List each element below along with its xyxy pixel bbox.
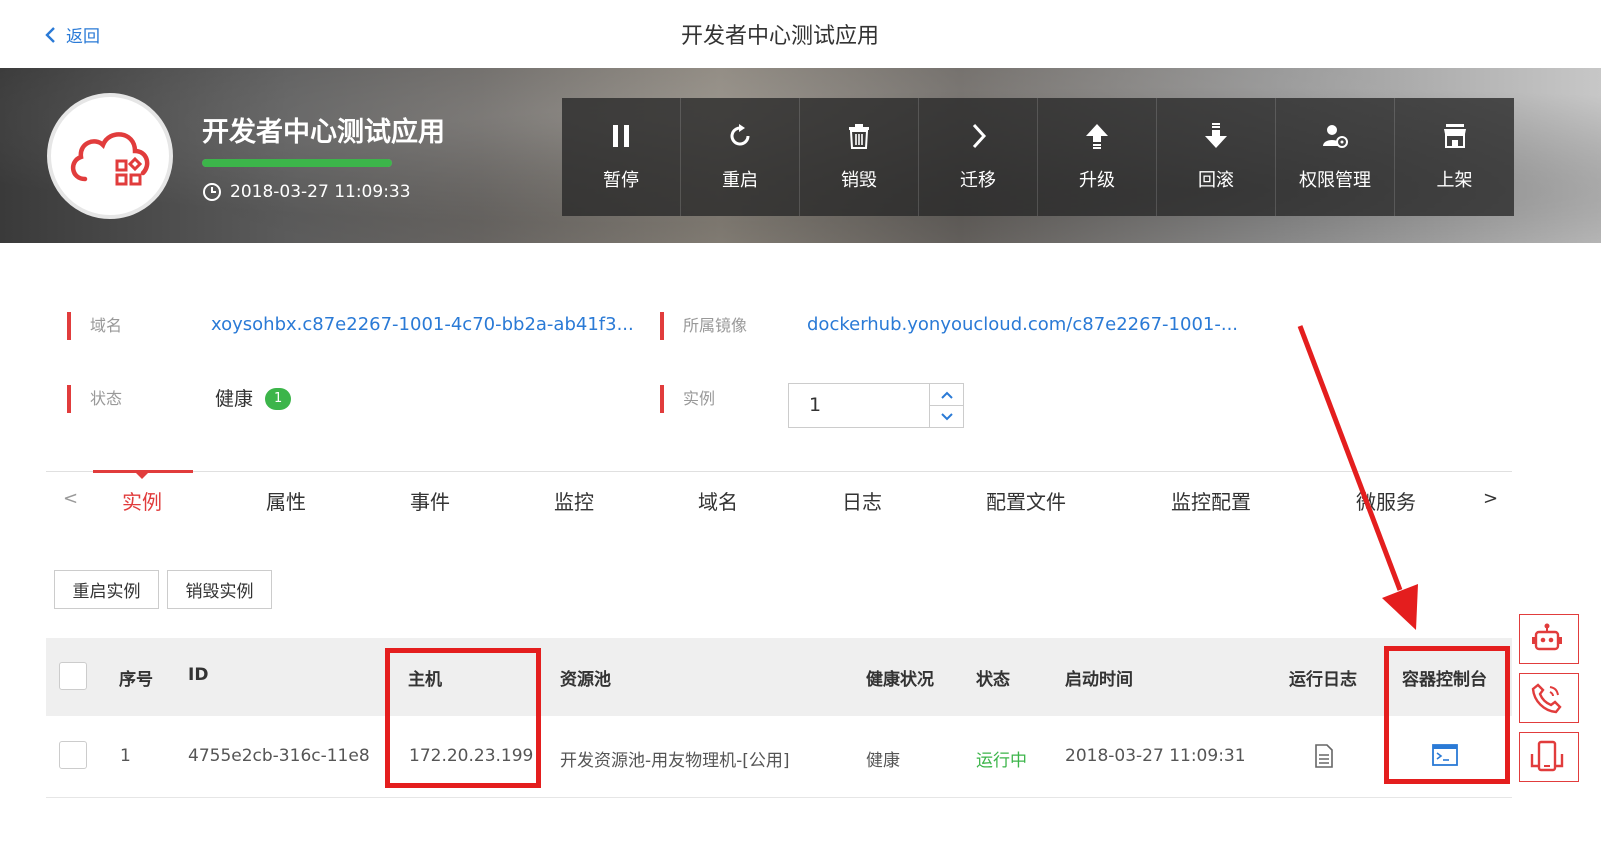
upgrade-button[interactable]: 升级 [1038,98,1157,216]
header-index: 序号 [119,670,153,690]
phone-icon [1531,683,1562,714]
destroy-instance-button[interactable]: 销毁实例 [167,570,272,609]
row-id: 4755e2cb-316c-11e8 [188,746,370,766]
restart-icon [730,124,750,146]
upgrade-icon [1086,124,1108,149]
tab-prev-button[interactable]: < [63,488,78,509]
destroy-button[interactable]: 销毁 [800,98,919,216]
tab-monitor-config[interactable]: 监控配置 [1171,486,1251,515]
header-id: ID [188,665,209,685]
page-title: 开发者中心测试应用 [680,24,879,49]
row-status: 运行中 [976,751,1027,771]
image-link[interactable]: dockerhub.yonyoucloud.com/c87e2267-1001-… [807,311,1238,339]
migrate-label: 迁移 [960,170,996,191]
destroy-label: 销毁 [841,170,877,191]
publish-label: 上架 [1436,170,1473,191]
status-value-group: 健康 1 [215,385,292,413]
rollback-button[interactable]: 回滚 [1157,98,1276,216]
chevron-down-icon [940,412,953,420]
migrate-button[interactable]: 迁移 [919,98,1038,216]
domain-label: 域名 [67,312,122,340]
status-label: 状态 [67,385,122,413]
trash-icon [849,124,869,149]
cloud-app-icon [71,132,150,186]
table-row: 1 4755e2cb-316c-11e8 172.20.23.199 开发资源池… [46,716,1512,798]
robot-assistant-button[interactable] [1519,614,1579,664]
user-settings-icon [1323,125,1348,148]
store-icon [1443,124,1466,148]
tab-next-button[interactable]: > [1483,488,1498,509]
active-tab-caret [135,472,149,479]
row-started: 2018-03-27 11:09:31 [1065,746,1246,766]
robot-icon [1532,623,1562,651]
row-index: 1 [120,746,131,766]
header-log: 运行日志 [1289,670,1357,690]
header-pool: 资源池 [560,670,611,690]
chevron-right-icon [972,123,987,149]
status-value: 健康 [215,388,254,410]
created-time: 2018-03-27 11:09:33 [202,182,411,202]
tab-instances[interactable]: 实例 [122,486,162,515]
clock-icon [203,183,221,201]
status-badge: 1 [265,388,292,410]
view-log-button[interactable] [1314,744,1334,773]
tab-events[interactable]: 事件 [410,486,450,515]
deploy-progress-bar [202,159,392,167]
row-checkbox[interactable] [59,741,87,769]
decrement-button[interactable] [930,405,963,427]
tab-logs[interactable]: 日志 [842,486,882,515]
phone-contact-button[interactable] [1519,673,1579,723]
mobile-contact-button[interactable] [1519,732,1579,782]
permission-button[interactable]: 权限管理 [1276,98,1395,216]
instances-count[interactable]: 1 [789,384,929,427]
permission-label: 权限管理 [1299,170,1371,191]
created-time-text: 2018-03-27 11:09:33 [230,182,411,202]
row-health: 健康 [866,751,900,771]
select-all-checkbox[interactable] [59,662,87,690]
mobile-icon [1530,740,1564,772]
publish-button[interactable]: 上架 [1395,98,1514,216]
header-health: 健康状况 [866,670,934,690]
restart-label: 重启 [722,170,758,191]
annotation-arrow [1297,325,1418,630]
domain-link[interactable]: xoysohbx.c87e2267-1001-4c70-bb2a-ab41f3.… [211,311,634,339]
app-name: 开发者中心测试应用 [202,117,445,148]
stepper-buttons [929,384,963,427]
top-nav: 返回 开发者中心测试应用 [0,0,1601,68]
header-started: 启动时间 [1065,670,1133,690]
header-status: 状态 [976,670,1010,690]
app-banner: 开发者中心测试应用 2018-03-27 11:09:33 暂停 重启 销毁 迁… [0,68,1601,243]
instances-label: 实例 [660,385,715,413]
restart-instance-button[interactable]: 重启实例 [54,570,159,609]
host-highlight-box [385,648,541,788]
table-header: 序号 ID 主机 资源池 健康状况 状态 启动时间 运行日志 容器控制台 [46,638,1512,716]
progress-fill [202,159,392,167]
instances-stepper[interactable]: 1 [788,383,964,428]
chevron-up-icon [940,391,953,399]
row-pool: 开发资源池-用友物理机-[公用] [560,751,790,771]
document-icon [1315,744,1333,768]
tab-monitoring[interactable]: 监控 [554,486,594,515]
upgrade-label: 升级 [1079,170,1115,191]
tab-config-files[interactable]: 配置文件 [986,486,1066,515]
rollback-label: 回滚 [1198,170,1234,191]
app-logo [47,93,173,219]
tab-domains[interactable]: 域名 [698,486,738,515]
pause-label: 暂停 [603,170,639,191]
image-label: 所属镜像 [660,312,747,340]
tab-properties[interactable]: 属性 [266,486,306,515]
action-toolbar: 暂停 重启 销毁 迁移 升级 回滚 权限管理 上架 [562,98,1514,216]
console-highlight-box [1384,646,1510,784]
restart-button[interactable]: 重启 [681,98,800,216]
rollback-icon [1205,123,1227,148]
pause-button[interactable]: 暂停 [562,98,681,216]
pause-icon [613,125,629,147]
increment-button[interactable] [930,384,963,405]
